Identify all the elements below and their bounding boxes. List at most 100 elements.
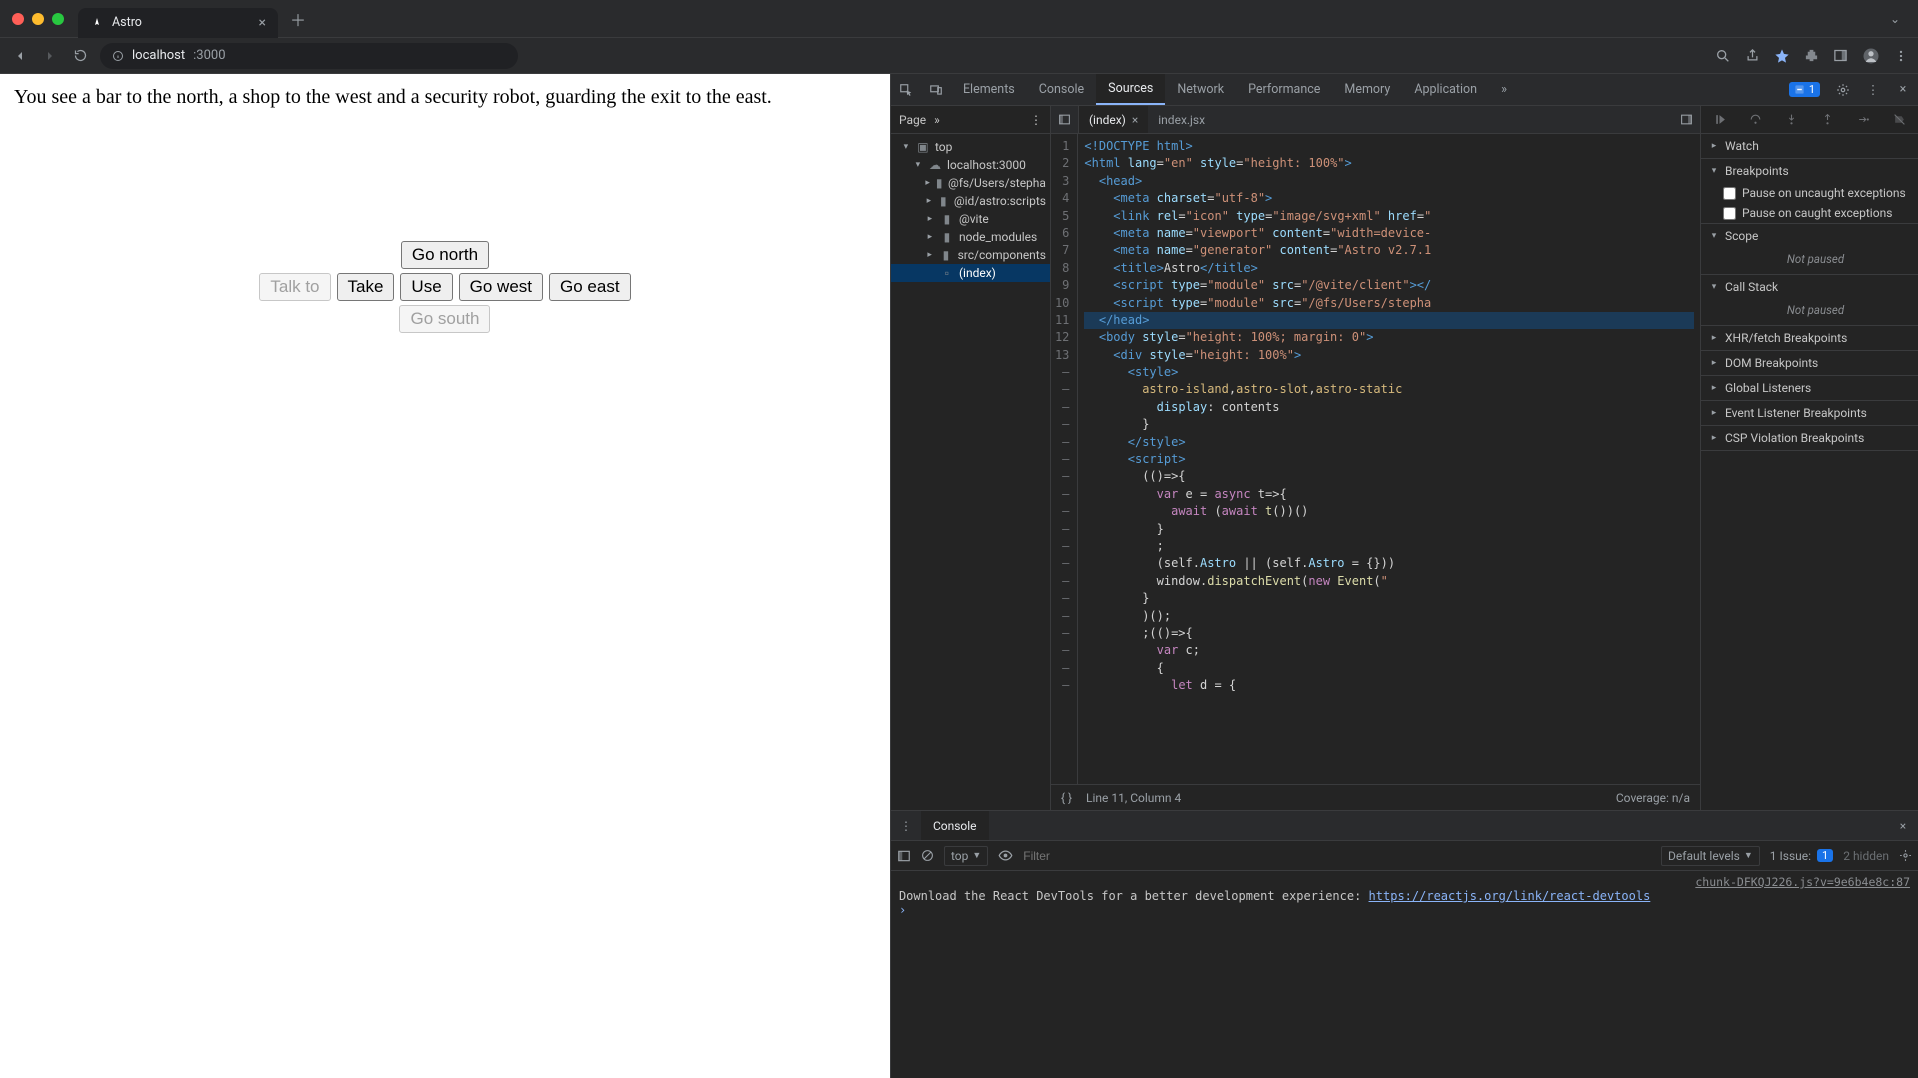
console-output[interactable]: chunk-DFKQJ226.js?v=9e6b4e8c:87 Download…: [891, 871, 1918, 1078]
tab-console[interactable]: Console: [1027, 74, 1096, 105]
go-south-button[interactable]: Go south: [399, 305, 490, 333]
pretty-print-icon[interactable]: { }: [1061, 791, 1072, 805]
navigator-page-tab[interactable]: Page: [899, 113, 926, 127]
callstack-section[interactable]: ▾Call Stack: [1701, 275, 1918, 299]
frame-icon: ▣: [916, 140, 930, 154]
zoom-icon[interactable]: [1715, 48, 1731, 64]
folder-icon: ▮: [940, 230, 954, 244]
clear-console-icon[interactable]: [921, 849, 934, 862]
game-description: You see a bar to the north, a shop to th…: [0, 74, 890, 121]
log-source-link[interactable]: chunk-DFKQJ226.js?v=9e6b4e8c:87: [899, 875, 1910, 889]
step-over-icon[interactable]: [1737, 113, 1773, 126]
code-view[interactable]: <!DOCTYPE html> <html lang="en" style="h…: [1078, 134, 1700, 784]
resume-icon[interactable]: [1701, 113, 1737, 126]
tab-title: Astro: [112, 15, 142, 30]
new-tab-button[interactable]: ＋: [284, 5, 312, 33]
step-out-icon[interactable]: [1810, 113, 1846, 126]
xhr-breakpoints-section[interactable]: ▸XHR/fetch Breakpoints: [1701, 326, 1918, 350]
sources-editor: (index)× index.jsx 12345678910111213––––…: [1051, 106, 1700, 810]
devtools-settings-icon[interactable]: [1828, 83, 1858, 97]
live-expression-icon[interactable]: [998, 848, 1013, 863]
console-sidebar-icon[interactable]: [897, 849, 911, 863]
reload-button[interactable]: [70, 46, 90, 66]
bookmark-star-icon[interactable]: [1774, 48, 1790, 64]
drawer-tab-console[interactable]: Console: [921, 811, 989, 840]
browser-tab[interactable]: Astro ×: [78, 8, 278, 38]
window-minimize-button[interactable]: [32, 13, 44, 25]
console-context-select[interactable]: top▼: [944, 846, 988, 866]
use-button[interactable]: Use: [400, 273, 452, 301]
react-devtools-link[interactable]: https://reactjs.org/link/react-devtools: [1369, 889, 1651, 903]
profile-avatar[interactable]: [1862, 47, 1880, 65]
hidden-count: 2 hidden: [1843, 849, 1889, 863]
drawer-menu-icon[interactable]: ⋮: [891, 819, 921, 833]
game-controls: Go north Talk to Take Use Go west Go eas…: [0, 241, 890, 333]
log-levels-select[interactable]: Default levels▼: [1661, 846, 1760, 866]
console-drawer: ⋮ Console × top▼ Default levels▼ 1 Issue…: [891, 810, 1918, 1078]
go-north-button[interactable]: Go north: [401, 241, 489, 269]
back-button[interactable]: [10, 46, 30, 66]
coverage-label: Coverage: n/a: [1616, 791, 1690, 805]
address-bar[interactable]: localhost:3000: [100, 43, 518, 69]
inspect-element-icon[interactable]: [891, 83, 921, 97]
deactivate-breakpoints-icon[interactable]: [1882, 113, 1918, 126]
tab-elements[interactable]: Elements: [951, 74, 1027, 105]
toggle-debugger-icon[interactable]: [1672, 106, 1700, 134]
line-gutter[interactable]: 12345678910111213–––––––––––––––––––: [1051, 134, 1078, 784]
tab-close-button[interactable]: ×: [259, 15, 266, 31]
step-into-icon[interactable]: [1773, 113, 1809, 126]
scope-section[interactable]: ▾Scope: [1701, 224, 1918, 248]
csp-breakpoints-section[interactable]: ▸CSP Violation Breakpoints: [1701, 426, 1918, 450]
issues-badge[interactable]: 1: [1789, 82, 1820, 97]
event-listener-breakpoints-section[interactable]: ▸Event Listener Breakpoints: [1701, 401, 1918, 425]
folder-icon: ▮: [938, 194, 949, 208]
console-prompt-icon: ›: [899, 903, 912, 917]
editor-tab-index[interactable]: (index)×: [1079, 106, 1148, 133]
navigator-menu-icon[interactable]: ⋮: [1030, 113, 1042, 127]
devtools-close-icon[interactable]: ×: [1888, 82, 1918, 97]
go-east-button[interactable]: Go east: [549, 273, 631, 301]
file-tree[interactable]: ▾▣top ▾☁localhost:3000 ▸▮@fs/Users/steph…: [891, 134, 1050, 810]
debugger-sidebar: ▸Watch ▾Breakpoints Pause on uncaught ex…: [1700, 106, 1918, 810]
share-icon[interactable]: [1745, 48, 1760, 63]
cursor-position: Line 11, Column 4: [1086, 791, 1181, 805]
navigator-more-icon[interactable]: »: [934, 113, 940, 127]
drawer-close-icon[interactable]: ×: [1888, 819, 1918, 833]
menu-dots-icon[interactable]: [1894, 49, 1908, 63]
tab-sources[interactable]: Sources: [1096, 74, 1165, 105]
talk-to-button[interactable]: Talk to: [259, 273, 330, 301]
tab-network[interactable]: Network: [1165, 74, 1236, 105]
folder-icon: ▮: [939, 248, 952, 262]
device-toolbar-icon[interactable]: [921, 83, 951, 97]
step-icon[interactable]: [1846, 113, 1882, 126]
editor-tab-indexjsx[interactable]: index.jsx: [1148, 106, 1215, 133]
close-tab-icon[interactable]: ×: [1132, 113, 1138, 127]
pause-uncaught-checkbox[interactable]: Pause on uncaught exceptions: [1701, 183, 1918, 203]
tab-application[interactable]: Application: [1402, 74, 1489, 105]
forward-button[interactable]: [40, 46, 60, 66]
watch-section[interactable]: ▸Watch: [1701, 134, 1918, 158]
folder-icon: ▮: [935, 176, 943, 190]
url-path: :3000: [193, 48, 225, 63]
console-filter-input[interactable]: [1023, 849, 1651, 863]
take-button[interactable]: Take: [337, 273, 395, 301]
tab-memory[interactable]: Memory: [1332, 74, 1402, 105]
tabs-overflow-button[interactable]: ⌄: [1884, 12, 1906, 26]
window-titlebar: Astro × ＋ ⌄: [0, 0, 1918, 38]
sidepanel-icon[interactable]: [1833, 48, 1848, 63]
console-settings-icon[interactable]: [1899, 849, 1912, 862]
pause-caught-checkbox[interactable]: Pause on caught exceptions: [1701, 203, 1918, 223]
window-maximize-button[interactable]: [52, 13, 64, 25]
traffic-lights: [12, 13, 64, 25]
toggle-navigator-icon[interactable]: [1051, 106, 1079, 133]
window-close-button[interactable]: [12, 13, 24, 25]
devtools-menu-icon[interactable]: ⋮: [1858, 82, 1888, 98]
more-tabs-icon[interactable]: »: [1489, 82, 1519, 97]
global-listeners-section[interactable]: ▸Global Listeners: [1701, 376, 1918, 400]
tab-performance[interactable]: Performance: [1236, 74, 1332, 105]
breakpoints-section[interactable]: ▾Breakpoints: [1701, 159, 1918, 183]
extensions-icon[interactable]: [1804, 48, 1819, 63]
go-west-button[interactable]: Go west: [459, 273, 543, 301]
dom-breakpoints-section[interactable]: ▸DOM Breakpoints: [1701, 351, 1918, 375]
console-issues[interactable]: 1 Issue: 1: [1770, 849, 1833, 863]
